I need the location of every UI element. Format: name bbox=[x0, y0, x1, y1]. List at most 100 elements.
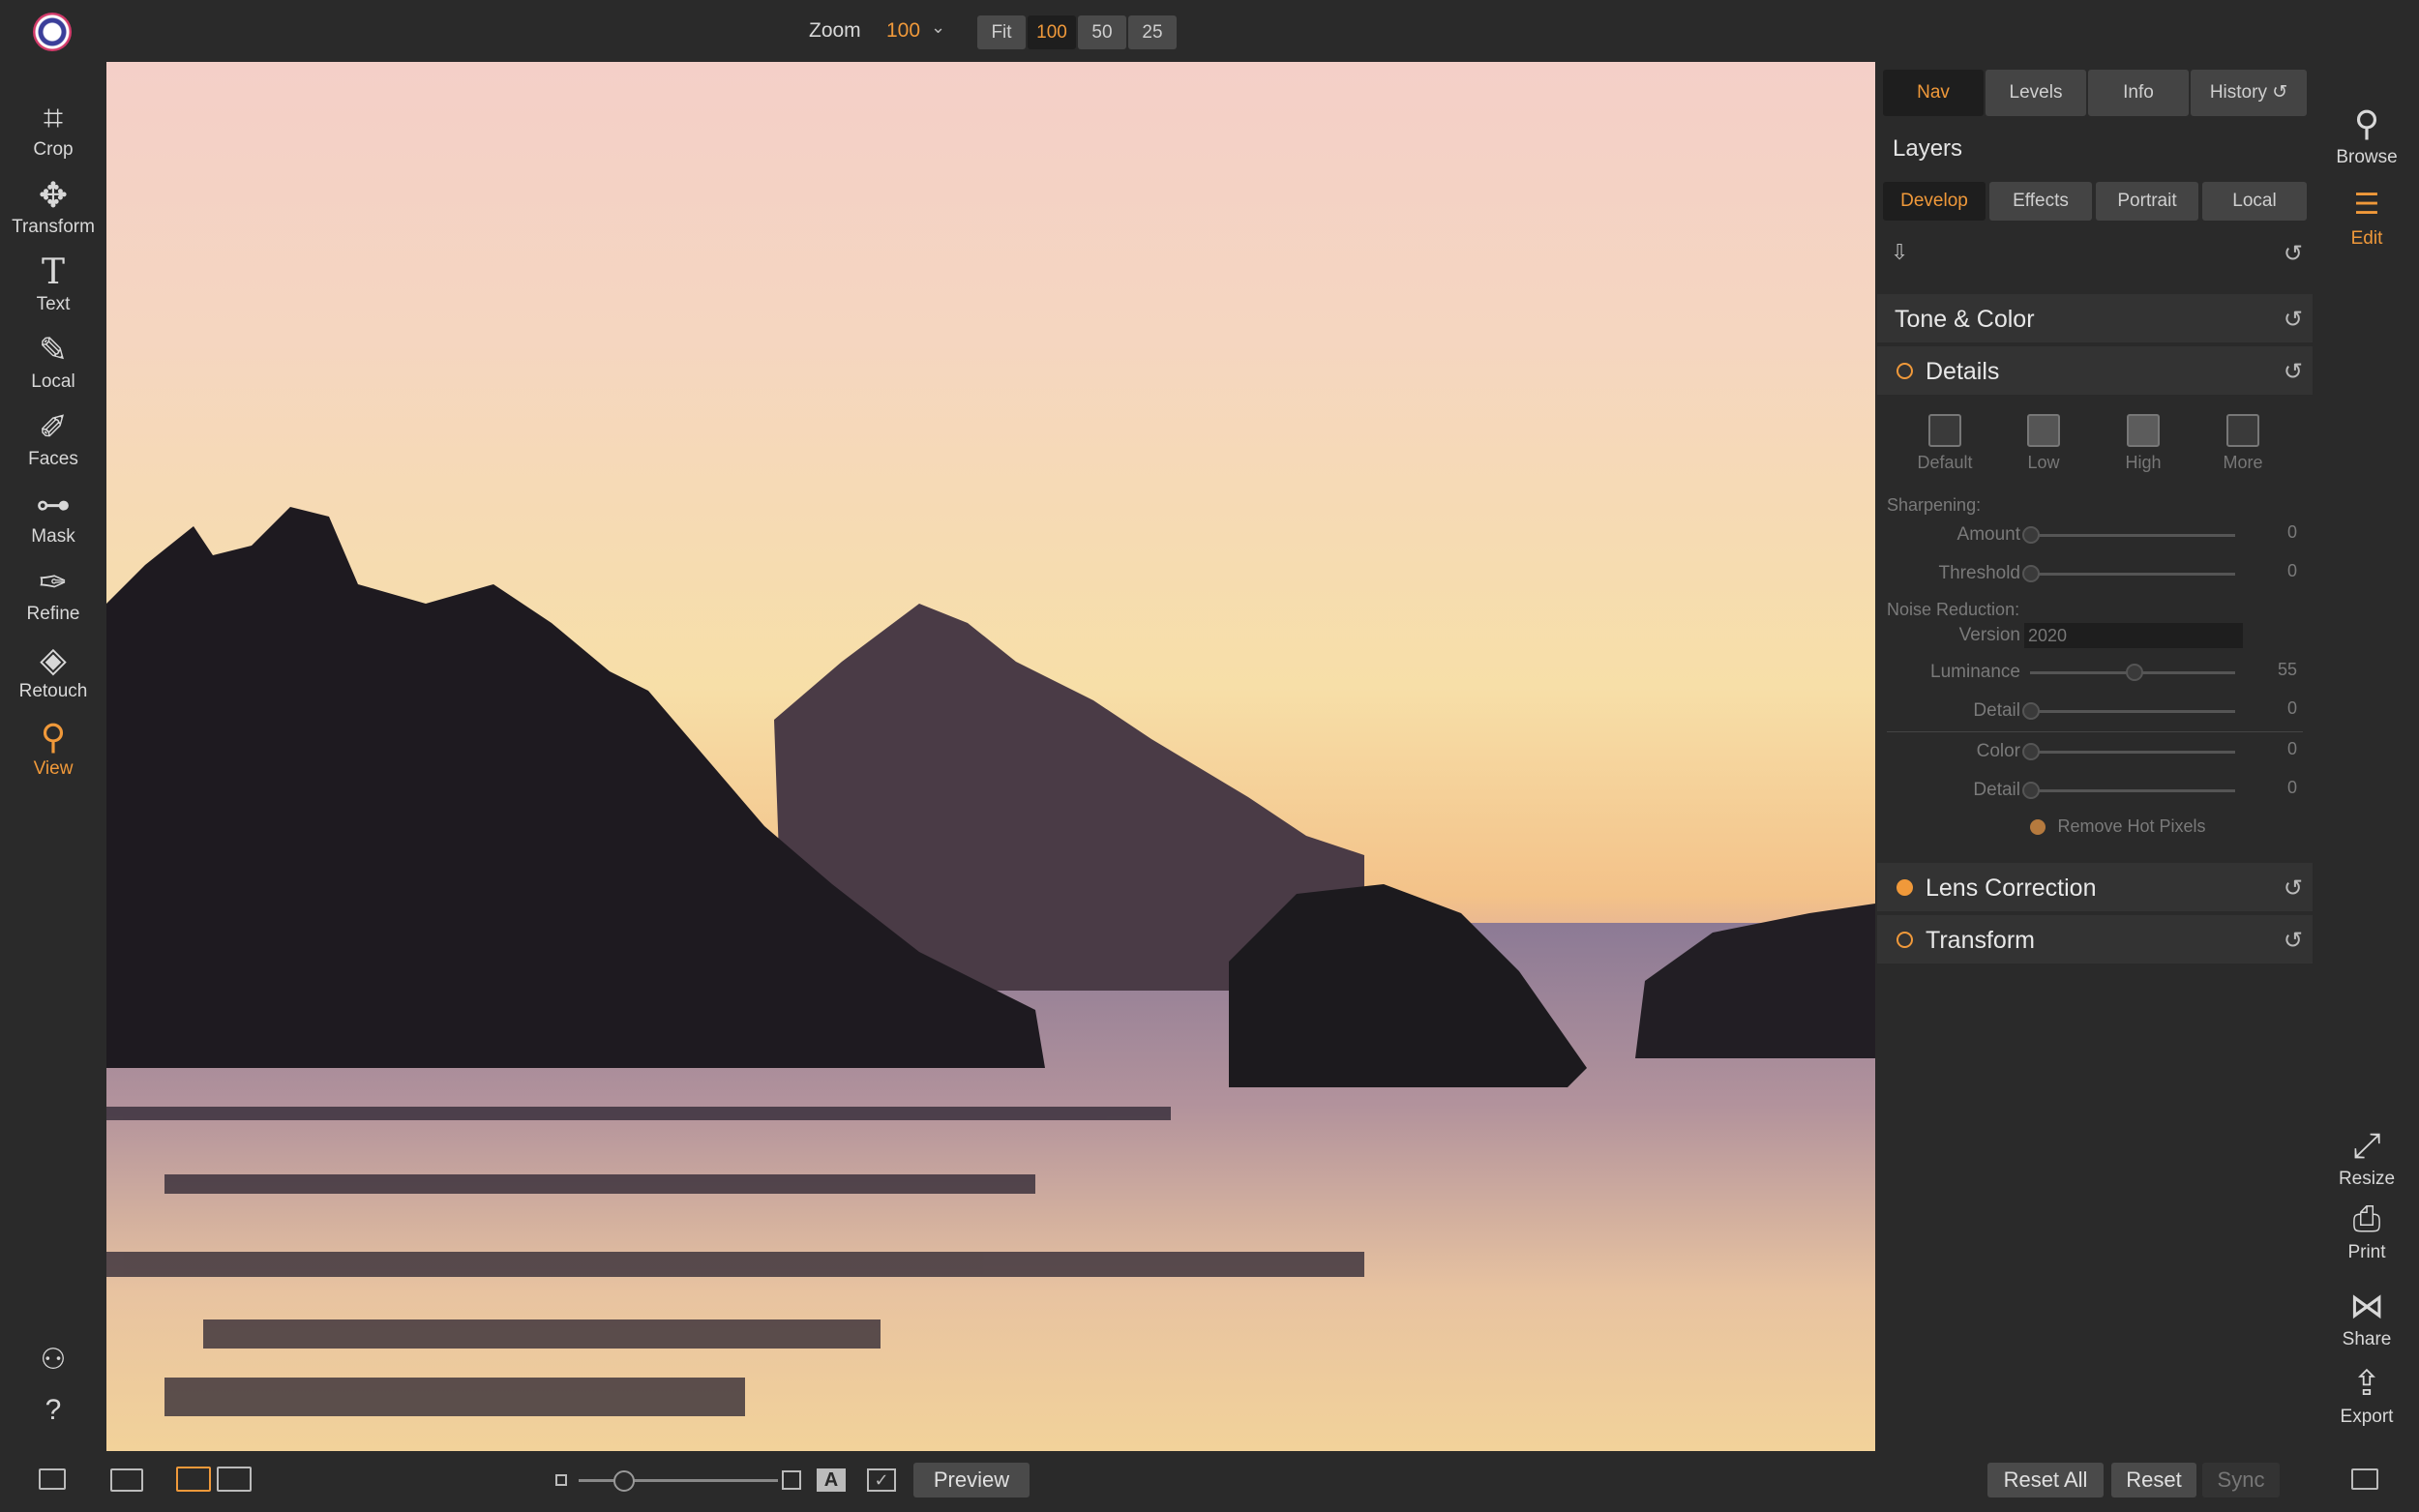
threshold-slider[interactable]: Threshold 0 bbox=[1877, 559, 2313, 588]
share-icon: ⋈ bbox=[2349, 1286, 2384, 1325]
tool-local[interactable]: ✎ Local bbox=[0, 329, 106, 406]
preset-default-icon bbox=[1928, 414, 1961, 447]
thumb-small-icon[interactable] bbox=[555, 1474, 567, 1486]
reset-icon[interactable]: ↺ bbox=[2284, 875, 2303, 903]
preview-button[interactable]: Preview bbox=[913, 1463, 1030, 1497]
tab-history-label: History bbox=[2209, 82, 2267, 103]
section-lens-correction[interactable]: Lens Correction ↺ bbox=[1877, 863, 2313, 911]
tool-faces[interactable]: ✐ Faces bbox=[0, 406, 106, 484]
preset-high[interactable]: High bbox=[2100, 414, 2187, 473]
print-icon: ⎙ bbox=[2352, 1199, 2381, 1238]
slider-knob[interactable] bbox=[2126, 664, 2143, 681]
checkmark-icon[interactable]: ✓ bbox=[867, 1468, 896, 1492]
slider-knob[interactable] bbox=[2022, 782, 2040, 799]
zoom-fit-button[interactable]: Fit bbox=[977, 15, 1026, 49]
user-icon: ⚇ bbox=[40, 1344, 67, 1376]
display-mode-icon[interactable] bbox=[110, 1468, 143, 1492]
slider-knob[interactable] bbox=[2022, 702, 2040, 720]
tool-view[interactable]: ⚲ View bbox=[0, 716, 106, 793]
slider-track[interactable] bbox=[2030, 710, 2235, 713]
toggle-left-panel-icon[interactable] bbox=[39, 1468, 66, 1490]
tab-history[interactable]: History ↺ bbox=[2191, 70, 2307, 116]
sync-button[interactable]: Sync bbox=[2202, 1463, 2280, 1497]
slider-track[interactable] bbox=[2030, 534, 2235, 537]
thumb-large-icon[interactable] bbox=[782, 1470, 801, 1490]
transform-toggle[interactable] bbox=[1896, 932, 1913, 948]
zoom-value-dropdown[interactable]: 100 bbox=[886, 19, 920, 43]
edit-button[interactable]: ☰ Edit bbox=[2314, 182, 2419, 250]
tab-develop[interactable]: Develop bbox=[1883, 182, 1986, 221]
slider-label: Amount bbox=[1956, 524, 2020, 545]
tool-text[interactable]: T Text bbox=[0, 252, 106, 329]
tab-portrait[interactable]: Portrait bbox=[2096, 182, 2198, 221]
reset-all-button[interactable]: Reset All bbox=[1987, 1463, 2104, 1497]
slider-knob[interactable] bbox=[2022, 565, 2040, 582]
thumb-size-knob[interactable] bbox=[613, 1470, 635, 1492]
reset-button[interactable]: Reset bbox=[2111, 1463, 2196, 1497]
tool-retouch[interactable]: ◈ Retouch bbox=[0, 638, 106, 716]
tab-info[interactable]: Info bbox=[2088, 70, 2189, 116]
tool-mask[interactable]: ⊶ Mask bbox=[0, 484, 106, 561]
section-tone-color[interactable]: Tone & Color ↺ bbox=[1877, 294, 2313, 342]
help-button[interactable]: ? bbox=[0, 1389, 106, 1438]
slider-value: 0 bbox=[2286, 778, 2297, 797]
app-logo-icon[interactable] bbox=[33, 13, 72, 51]
sharpening-label: Sharpening: bbox=[1887, 495, 1982, 515]
export-button[interactable]: ⇪ Export bbox=[2314, 1360, 2419, 1428]
browse-button[interactable]: ⚲ Browse bbox=[2314, 101, 2419, 168]
slider-track[interactable] bbox=[2030, 789, 2235, 792]
details-toggle[interactable] bbox=[1896, 363, 1913, 379]
slider-knob[interactable] bbox=[2022, 526, 2040, 544]
tab-effects[interactable]: Effects bbox=[1989, 182, 2092, 221]
amount-slider[interactable]: Amount 0 bbox=[1877, 520, 2313, 549]
photo-canvas[interactable] bbox=[106, 62, 1875, 1451]
print-button[interactable]: ⎙ Print bbox=[2314, 1196, 2419, 1263]
zoom-100-button[interactable]: 100 bbox=[1028, 15, 1076, 49]
slider-track[interactable] bbox=[2030, 751, 2235, 754]
single-view-icon[interactable] bbox=[176, 1467, 211, 1492]
preset-low-icon bbox=[2027, 414, 2060, 447]
resize-button[interactable]: ⤢ Resize bbox=[2314, 1122, 2419, 1190]
tab-nav[interactable]: Nav bbox=[1883, 70, 1984, 116]
text-overlay-icon[interactable]: A bbox=[817, 1468, 846, 1492]
version-select[interactable]: 2020 bbox=[2024, 623, 2243, 648]
color-detail-slider[interactable]: Detail 0 bbox=[1877, 776, 2313, 805]
reset-icon[interactable]: ↺ bbox=[2284, 358, 2303, 386]
lens-correction-toggle[interactable] bbox=[1896, 879, 1913, 896]
landscape-photo bbox=[106, 507, 1875, 1451]
preset-default[interactable]: Default bbox=[1901, 414, 1988, 473]
preset-more[interactable]: More bbox=[2199, 414, 2286, 473]
preset-low[interactable]: Low bbox=[2000, 414, 2087, 473]
compare-view-icon[interactable] bbox=[217, 1467, 252, 1492]
zoom-25-button[interactable]: 25 bbox=[1128, 15, 1177, 49]
color-slider[interactable]: Color 0 bbox=[1877, 737, 2313, 766]
slider-knob[interactable] bbox=[2022, 743, 2040, 760]
share-button[interactable]: ⋈ Share bbox=[2314, 1283, 2419, 1350]
luminance-slider[interactable]: Luminance 55 bbox=[1877, 658, 2313, 687]
remove-hot-pixels-toggle[interactable]: Remove Hot Pixels bbox=[2030, 816, 2206, 842]
tool-refine[interactable]: ✑ Refine bbox=[0, 561, 106, 638]
chevron-down-icon[interactable]: ⌄ bbox=[931, 17, 945, 38]
text-icon: T bbox=[41, 252, 65, 292]
reset-icon[interactable]: ↺ bbox=[2284, 927, 2303, 955]
tab-levels[interactable]: Levels bbox=[1986, 70, 2086, 116]
save-preset-icon[interactable]: ⇩ bbox=[1891, 240, 1908, 265]
toggle-right-panel-icon[interactable] bbox=[2351, 1468, 2378, 1490]
tab-local[interactable]: Local bbox=[2202, 182, 2307, 221]
section-details[interactable]: Details ↺ bbox=[1877, 346, 2313, 395]
section-title: Details bbox=[1926, 358, 2000, 385]
preset-label: High bbox=[2125, 453, 2162, 472]
reset-all-icon[interactable]: ↺ bbox=[2284, 240, 2303, 268]
account-button[interactable]: ⚇ bbox=[0, 1339, 106, 1387]
slider-track[interactable] bbox=[2030, 573, 2235, 576]
slider-label: Threshold bbox=[1938, 563, 2021, 583]
zoom-50-button[interactable]: 50 bbox=[1078, 15, 1126, 49]
thumb-size-slider[interactable] bbox=[579, 1479, 778, 1482]
reset-icon[interactable]: ↺ bbox=[2284, 306, 2303, 334]
tool-crop[interactable]: ⌗ Crop bbox=[0, 97, 106, 174]
detail-slider[interactable]: Detail 0 bbox=[1877, 697, 2313, 726]
browse-icon: ⚲ bbox=[2353, 104, 2380, 143]
tool-transform[interactable]: ✥ Transform bbox=[0, 174, 106, 252]
section-transform[interactable]: Transform ↺ bbox=[1877, 915, 2313, 964]
remove-hot-pixels-label: Remove Hot Pixels bbox=[2057, 816, 2206, 836]
